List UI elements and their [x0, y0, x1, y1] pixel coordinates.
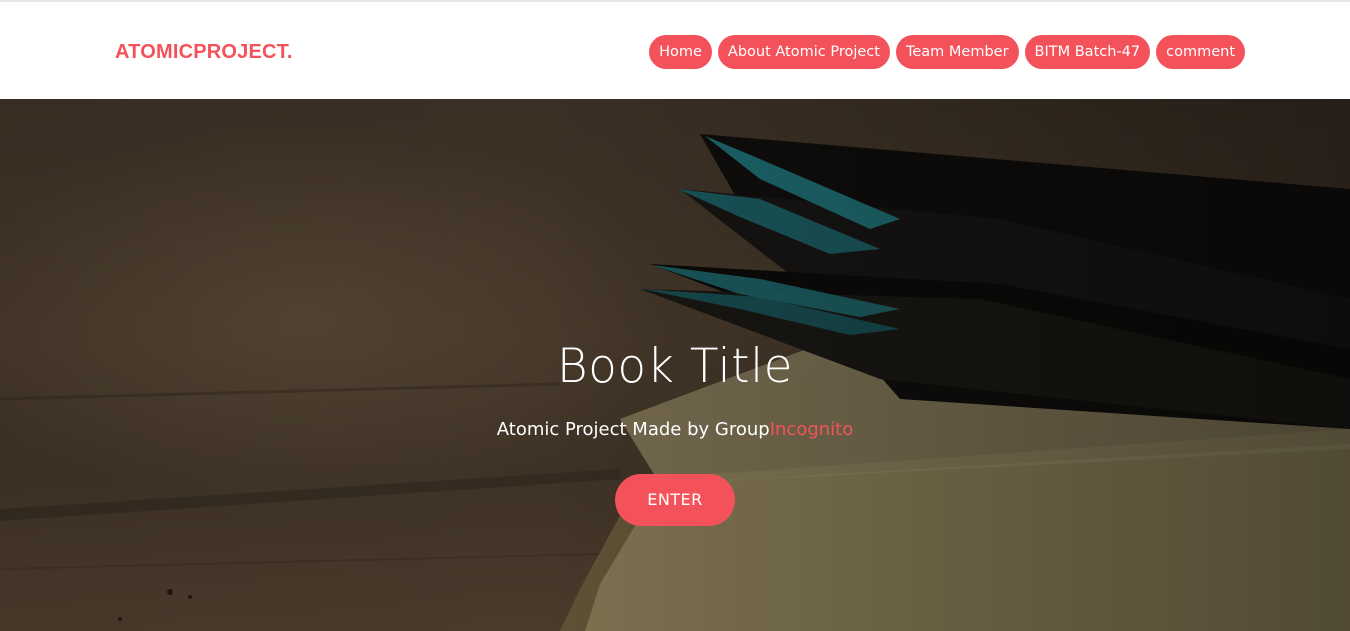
- hero-section: Book Title Atomic Project Made by GroupI…: [0, 99, 1350, 631]
- brand-logo[interactable]: ATOMICPROJECT.: [115, 41, 293, 64]
- enter-button[interactable]: ENTER: [615, 474, 735, 526]
- navbar: ATOMICPROJECT. Home About Atomic Project…: [0, 2, 1350, 99]
- nav-item-batch[interactable]: BITM Batch-47: [1024, 35, 1151, 69]
- hero-title: Book Title: [556, 339, 794, 394]
- nav-item-comment[interactable]: comment: [1156, 35, 1245, 69]
- hero-subtitle-group-name: Incognito: [769, 419, 854, 440]
- hero-subtitle: Atomic Project Made by GroupIncognito: [0, 419, 1350, 440]
- hero-subtitle-text: Atomic Project Made by Group: [496, 419, 770, 440]
- nav-item-team-member[interactable]: Team Member: [895, 35, 1019, 69]
- nav-item-about[interactable]: About Atomic Project: [717, 35, 890, 69]
- main-nav: Home About Atomic Project Team Member BI…: [649, 35, 1245, 69]
- nav-item-home[interactable]: Home: [649, 35, 712, 69]
- hero-content: Book Title Atomic Project Made by GroupI…: [0, 339, 1350, 526]
